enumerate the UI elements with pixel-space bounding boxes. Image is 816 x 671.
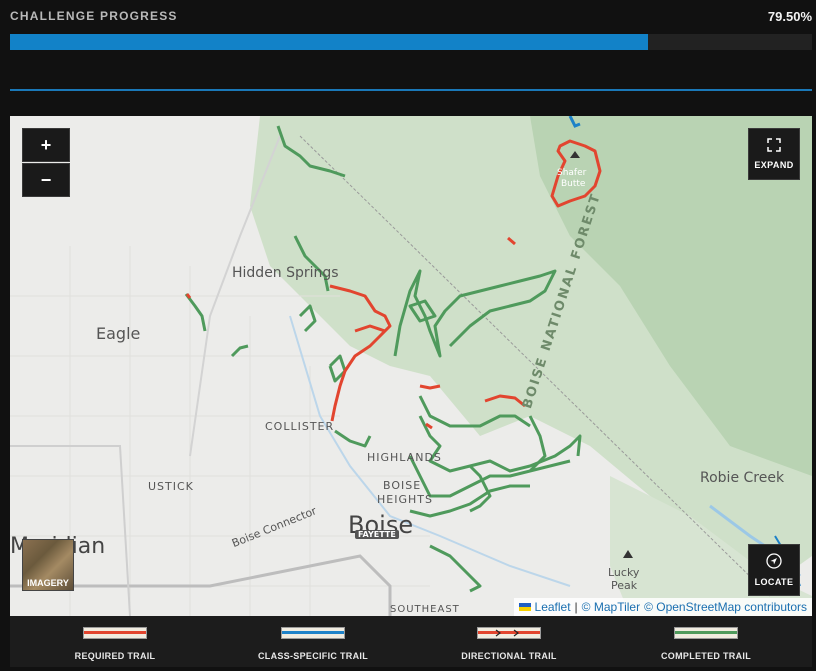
required-trail-line [84, 631, 146, 634]
legend-item-completed: COMPLETED TRAIL [606, 616, 806, 667]
divider [10, 89, 812, 91]
place-label-lucky-peak-1: Lucky [608, 566, 640, 579]
place-label-lucky-peak-2: Peak [611, 579, 638, 592]
place-label-shafer-1: Shafer [557, 168, 587, 178]
expand-button[interactable]: EXPAND [748, 128, 800, 180]
ukraine-flag-icon [518, 603, 531, 611]
expand-label: EXPAND [754, 160, 794, 170]
legend-swatch-class-specific [281, 627, 345, 639]
progress-header: CHALLENGE PROGRESS 79.50% [10, 6, 812, 26]
imagery-toggle[interactable]: IMAGERY [22, 539, 74, 591]
place-label-collister: COLLISTER [265, 420, 335, 433]
locate-button[interactable]: LOCATE [748, 544, 800, 596]
legend-label-completed: COMPLETED TRAIL [661, 651, 751, 661]
legend-item-required: REQUIRED TRAIL [15, 616, 215, 667]
legend-item-class-specific: CLASS-SPECIFIC TRAIL [213, 616, 413, 667]
legend-swatch-completed [674, 627, 738, 639]
progress-bar-fill [10, 34, 648, 50]
map-basemap [10, 116, 812, 616]
class-specific-trail-line [282, 631, 344, 634]
trail-legend: REQUIRED TRAIL CLASS-SPECIFIC TRAIL DIRE… [10, 616, 812, 667]
place-label-hidden-springs: Hidden Springs [232, 265, 339, 281]
place-label-boise-heights-1: BOISE [383, 479, 422, 492]
trail-map[interactable]: Hidden Springs Eagle COLLISTER HIGHLANDS… [10, 116, 812, 616]
legend-swatch-directional [477, 627, 541, 639]
legend-swatch-required [83, 627, 147, 639]
place-label-fayette: FAYETTE [355, 530, 399, 539]
place-label-eagle: Eagle [96, 324, 141, 343]
legend-item-directional: DIRECTIONAL TRAIL [409, 616, 609, 667]
attribution-separator: | [574, 600, 578, 614]
zoom-in-button[interactable]: + [22, 128, 70, 162]
map-attribution: Leaflet | © MapTiler © OpenStreetMap con… [513, 598, 812, 616]
place-label-boise-heights-2: HEIGHTS [377, 493, 433, 506]
minus-icon: − [40, 169, 52, 190]
legend-label-required: REQUIRED TRAIL [74, 651, 156, 661]
locate-arrow-icon [766, 553, 782, 569]
locate-label: LOCATE [754, 577, 794, 587]
progress-bar [10, 34, 812, 50]
place-label-robie-creek: Robie Creek [700, 470, 785, 486]
zoom-out-button[interactable]: − [22, 163, 70, 197]
progress-value: 79.50% [767, 8, 812, 24]
legend-label-directional: DIRECTIONAL TRAIL [461, 651, 557, 661]
direction-arrows-icon [495, 629, 519, 637]
progress-label: CHALLENGE PROGRESS [10, 9, 178, 23]
plus-icon: + [40, 134, 52, 155]
expand-icon [767, 138, 781, 152]
osm-link[interactable]: © OpenStreetMap contributors [644, 600, 807, 614]
maptiler-link[interactable]: © MapTiler [582, 600, 640, 614]
leaflet-link[interactable]: Leaflet [535, 600, 571, 614]
legend-label-class-specific: CLASS-SPECIFIC TRAIL [257, 651, 368, 661]
place-label-highlands: HIGHLANDS [367, 451, 442, 464]
place-label-shafer-2: Butte [561, 179, 586, 189]
completed-trail-line [675, 631, 737, 634]
place-label-southeast: SOUTHEAST [390, 604, 460, 615]
imagery-label: IMAGERY [27, 578, 69, 588]
place-label-ustick: USTICK [148, 480, 194, 493]
